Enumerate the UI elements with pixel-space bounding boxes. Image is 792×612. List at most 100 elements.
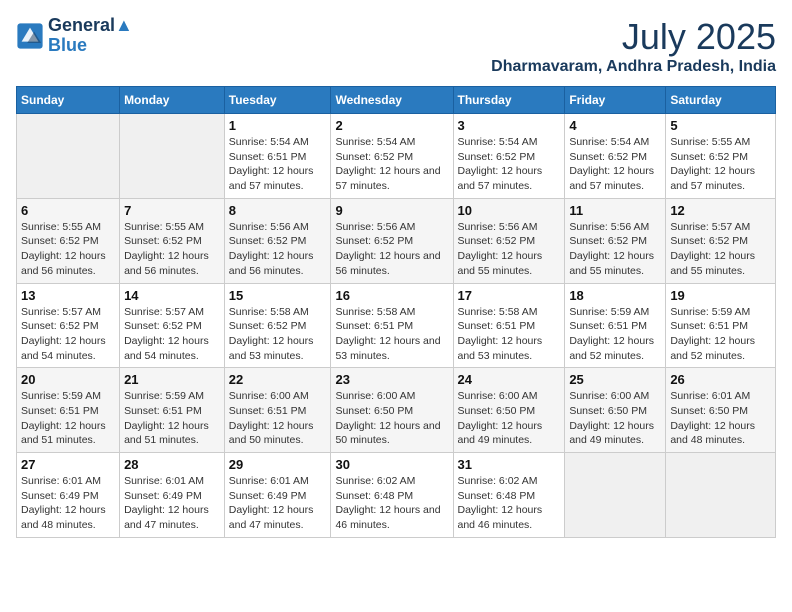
calendar-cell — [17, 114, 120, 199]
day-number: 21 — [124, 372, 220, 387]
cell-content: Sunrise: 5:59 AM Sunset: 6:51 PM Dayligh… — [124, 389, 220, 448]
calendar-cell: 5 Sunrise: 5:55 AM Sunset: 6:52 PM Daylig… — [666, 114, 776, 199]
cell-content: Sunrise: 5:56 AM Sunset: 6:52 PM Dayligh… — [569, 220, 661, 279]
day-number: 30 — [335, 457, 448, 472]
cell-content: Sunrise: 6:02 AM Sunset: 6:48 PM Dayligh… — [335, 474, 448, 533]
cell-content: Sunrise: 5:59 AM Sunset: 6:51 PM Dayligh… — [569, 305, 661, 364]
day-number: 7 — [124, 203, 220, 218]
day-number: 24 — [458, 372, 561, 387]
calendar-cell: 14 Sunrise: 5:57 AM Sunset: 6:52 PM Dayli… — [120, 283, 225, 368]
calendar-cell: 23Sunrise: 6:00 AM Sunset: 6:50 PM Dayli… — [331, 368, 453, 453]
calendar-cell: 15 Sunrise: 5:58 AM Sunset: 6:52 PM Dayli… — [224, 283, 331, 368]
cell-content: Sunrise: 5:54 AM Sunset: 6:52 PM Dayligh… — [335, 135, 448, 194]
cell-content: Sunrise: 5:54 AM Sunset: 6:52 PM Dayligh… — [458, 135, 561, 194]
location-title: Dharmavaram, Andhra Pradesh, India — [491, 58, 776, 76]
calendar-cell: 22 Sunrise: 6:00 AM Sunset: 6:51 PM Dayli… — [224, 368, 331, 453]
calendar-cell: 10 Sunrise: 5:56 AM Sunset: 6:52 PM Dayli… — [453, 198, 565, 283]
day-number: 17 — [458, 288, 561, 303]
cell-content: Sunrise: 6:00 AM Sunset: 6:50 PM Dayligh… — [569, 389, 661, 448]
calendar-cell: 1 Sunrise: 5:54 AM Sunset: 6:51 PM Daylig… — [224, 114, 331, 199]
day-number: 12 — [670, 203, 771, 218]
calendar-cell: 17 Sunrise: 5:58 AM Sunset: 6:51 PM Dayli… — [453, 283, 565, 368]
calendar-cell: 3 Sunrise: 5:54 AM Sunset: 6:52 PM Daylig… — [453, 114, 565, 199]
cell-content: Sunrise: 5:56 AM Sunset: 6:52 PM Dayligh… — [229, 220, 327, 279]
cell-content: Sunrise: 5:55 AM Sunset: 6:52 PM Dayligh… — [124, 220, 220, 279]
calendar-cell: 18 Sunrise: 5:59 AM Sunset: 6:51 PM Dayli… — [565, 283, 666, 368]
day-number: 2 — [335, 118, 448, 133]
day-number: 19 — [670, 288, 771, 303]
day-number: 11 — [569, 203, 661, 218]
month-title: July 2025 — [491, 16, 776, 58]
calendar-cell: 31Sunrise: 6:02 AM Sunset: 6:48 PM Dayli… — [453, 453, 565, 538]
calendar-cell: 16Sunrise: 5:58 AM Sunset: 6:51 PM Dayli… — [331, 283, 453, 368]
calendar-cell: 20 Sunrise: 5:59 AM Sunset: 6:51 PM Dayli… — [17, 368, 120, 453]
logo-icon — [16, 22, 44, 50]
weekday-header-tuesday: Tuesday — [224, 87, 331, 114]
weekday-header-wednesday: Wednesday — [331, 87, 453, 114]
weekday-header-thursday: Thursday — [453, 87, 565, 114]
cell-content: Sunrise: 5:55 AM Sunset: 6:52 PM Dayligh… — [670, 135, 771, 194]
day-number: 8 — [229, 203, 327, 218]
cell-content: Sunrise: 5:59 AM Sunset: 6:51 PM Dayligh… — [21, 389, 115, 448]
day-number: 6 — [21, 203, 115, 218]
calendar-cell — [666, 453, 776, 538]
day-number: 18 — [569, 288, 661, 303]
calendar-cell: 6 Sunrise: 5:55 AM Sunset: 6:52 PM Daylig… — [17, 198, 120, 283]
day-number: 5 — [670, 118, 771, 133]
day-number: 10 — [458, 203, 561, 218]
day-number: 3 — [458, 118, 561, 133]
calendar-cell: 29 Sunrise: 6:01 AM Sunset: 6:49 PM Dayli… — [224, 453, 331, 538]
weekday-header-saturday: Saturday — [666, 87, 776, 114]
calendar-cell: 28 Sunrise: 6:01 AM Sunset: 6:49 PM Dayli… — [120, 453, 225, 538]
calendar-cell: 30 Sunrise: 6:02 AM Sunset: 6:48 PM Dayli… — [331, 453, 453, 538]
cell-content: Sunrise: 6:00 AM Sunset: 6:51 PM Dayligh… — [229, 389, 327, 448]
day-number: 28 — [124, 457, 220, 472]
page-header: General▲ Blue July 2025 Dharmavaram, And… — [16, 16, 776, 76]
cell-content: Sunrise: 5:57 AM Sunset: 6:52 PM Dayligh… — [670, 220, 771, 279]
title-block: July 2025 Dharmavaram, Andhra Pradesh, I… — [491, 16, 776, 76]
day-number: 26 — [670, 372, 771, 387]
day-number: 9 — [335, 203, 448, 218]
cell-content: Sunrise: 5:57 AM Sunset: 6:52 PM Dayligh… — [21, 305, 115, 364]
cell-content: Sunrise: 6:01 AM Sunset: 6:49 PM Dayligh… — [21, 474, 115, 533]
day-number: 29 — [229, 457, 327, 472]
cell-content: Sunrise: 5:54 AM Sunset: 6:51 PM Dayligh… — [229, 135, 327, 194]
calendar-cell: 26Sunrise: 6:01 AM Sunset: 6:50 PM Dayli… — [666, 368, 776, 453]
weekday-header-monday: Monday — [120, 87, 225, 114]
calendar-cell: 7 Sunrise: 5:55 AM Sunset: 6:52 PM Daylig… — [120, 198, 225, 283]
calendar-cell — [565, 453, 666, 538]
day-number: 20 — [21, 372, 115, 387]
cell-content: Sunrise: 5:57 AM Sunset: 6:52 PM Dayligh… — [124, 305, 220, 364]
cell-content: Sunrise: 6:01 AM Sunset: 6:49 PM Dayligh… — [229, 474, 327, 533]
cell-content: Sunrise: 5:56 AM Sunset: 6:52 PM Dayligh… — [458, 220, 561, 279]
day-number: 23 — [335, 372, 448, 387]
day-number: 14 — [124, 288, 220, 303]
calendar-cell: 4Sunrise: 5:54 AM Sunset: 6:52 PM Daylig… — [565, 114, 666, 199]
cell-content: Sunrise: 5:58 AM Sunset: 6:51 PM Dayligh… — [458, 305, 561, 364]
logo: General▲ Blue — [16, 16, 133, 56]
cell-content: Sunrise: 5:59 AM Sunset: 6:51 PM Dayligh… — [670, 305, 771, 364]
day-number: 25 — [569, 372, 661, 387]
calendar-cell: 11 Sunrise: 5:56 AM Sunset: 6:52 PM Dayli… — [565, 198, 666, 283]
calendar-cell: 9 Sunrise: 5:56 AM Sunset: 6:52 PM Daylig… — [331, 198, 453, 283]
cell-content: Sunrise: 5:56 AM Sunset: 6:52 PM Dayligh… — [335, 220, 448, 279]
day-number: 27 — [21, 457, 115, 472]
weekday-header-sunday: Sunday — [17, 87, 120, 114]
cell-content: Sunrise: 6:01 AM Sunset: 6:49 PM Dayligh… — [124, 474, 220, 533]
cell-content: Sunrise: 6:00 AM Sunset: 6:50 PM Dayligh… — [458, 389, 561, 448]
calendar-cell: 25 Sunrise: 6:00 AM Sunset: 6:50 PM Dayli… — [565, 368, 666, 453]
calendar-cell: 2 Sunrise: 5:54 AM Sunset: 6:52 PM Daylig… — [331, 114, 453, 199]
day-number: 31 — [458, 457, 561, 472]
day-number: 15 — [229, 288, 327, 303]
day-number: 22 — [229, 372, 327, 387]
cell-content: Sunrise: 5:58 AM Sunset: 6:52 PM Dayligh… — [229, 305, 327, 364]
cell-content: Sunrise: 5:55 AM Sunset: 6:52 PM Dayligh… — [21, 220, 115, 279]
calendar-cell — [120, 114, 225, 199]
day-number: 1 — [229, 118, 327, 133]
calendar-cell: 21 Sunrise: 5:59 AM Sunset: 6:51 PM Dayli… — [120, 368, 225, 453]
calendar-cell: 24 Sunrise: 6:00 AM Sunset: 6:50 PM Dayli… — [453, 368, 565, 453]
cell-content: Sunrise: 5:58 AM Sunset: 6:51 PM Dayligh… — [335, 305, 448, 364]
calendar-cell: 19 Sunrise: 5:59 AM Sunset: 6:51 PM Dayli… — [666, 283, 776, 368]
cell-content: Sunrise: 5:54 AM Sunset: 6:52 PM Dayligh… — [569, 135, 661, 194]
weekday-header-friday: Friday — [565, 87, 666, 114]
